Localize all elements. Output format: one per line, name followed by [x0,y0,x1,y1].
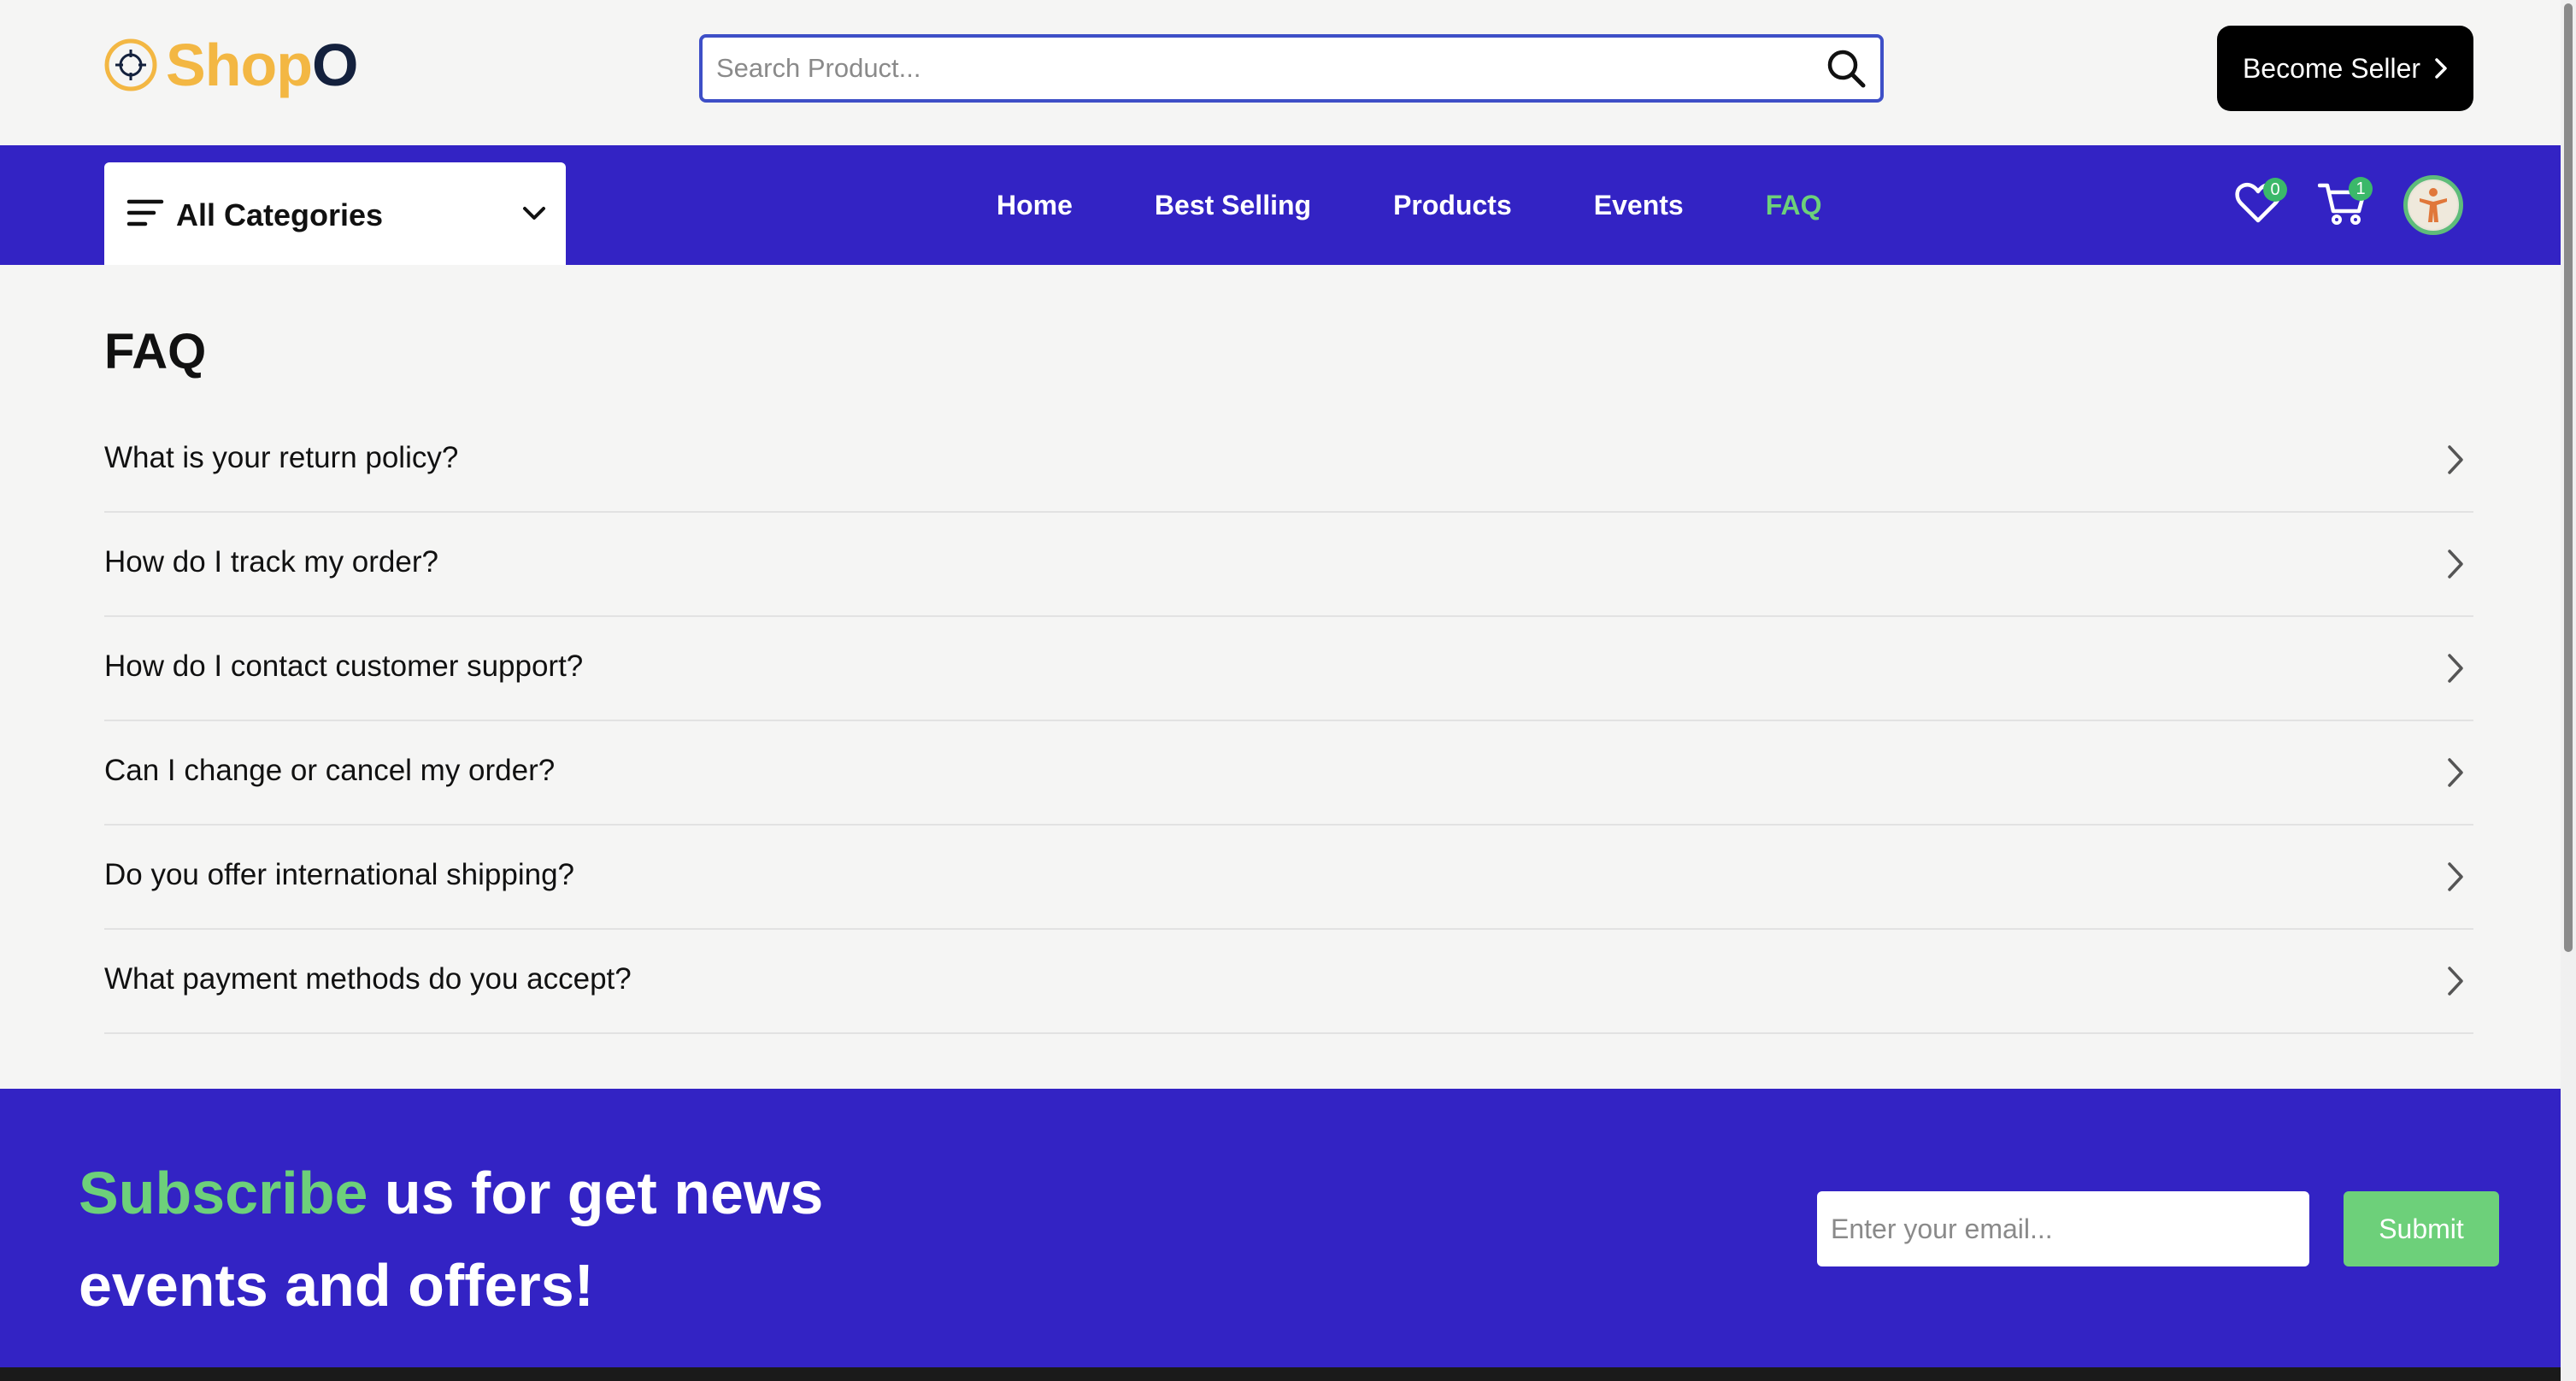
chevron-right-icon [2446,652,2465,685]
logo-mark-icon [103,37,159,93]
nav-link-products[interactable]: Products [1393,190,1512,221]
faq-item[interactable]: What payment methods do you accept? [104,930,2473,1034]
footer-edge [0,1367,2576,1381]
chevron-right-icon [2446,548,2465,580]
faq-item[interactable]: How do I track my order? [104,513,2473,617]
search-input[interactable] [703,38,1812,99]
chevron-right-icon [2446,444,2465,476]
wishlist-count-badge: 0 [2263,177,2287,202]
subscribe-line2: events and offers! [79,1252,594,1319]
chevron-right-icon [2446,965,2465,997]
chevron-right-icon [2446,756,2465,789]
submit-button[interactable]: Submit [2344,1191,2499,1266]
chevron-down-icon [521,205,547,222]
faq-item[interactable]: What is your return policy? [104,408,2473,513]
faq-list: What is your return policy? How do I tra… [104,408,2473,1034]
subscribe-heading: Subscribe us for get news events and off… [79,1147,848,1331]
chevron-right-icon [2446,861,2465,893]
top-header: ShopO Become Seller [0,0,2576,145]
logo[interactable]: ShopO [103,31,358,99]
wishlist-button[interactable]: 0 [2234,177,2287,230]
vertical-scrollbar[interactable] [2561,0,2576,1381]
all-categories-dropdown[interactable]: All Categories [104,162,566,265]
search-icon[interactable] [1812,38,1880,99]
nav-link-faq[interactable]: FAQ [1766,190,1822,221]
subscribe-highlight: Subscribe [79,1160,368,1226]
email-input[interactable] [1817,1191,2309,1266]
logo-text-o: O [311,32,358,98]
cart-button[interactable]: 1 [2317,176,2373,231]
faq-question: How do I track my order? [104,545,438,579]
scrollbar-thumb[interactable] [2564,3,2573,952]
logo-text-shop: Shop [166,32,313,98]
nav-link-home[interactable]: Home [997,190,1073,221]
faq-question: Do you offer international shipping? [104,858,575,891]
all-categories-label: All Categories [176,197,384,232]
chevron-right-icon [2434,57,2448,79]
faq-item[interactable]: Do you offer international shipping? [104,826,2473,930]
logo-text: ShopO [166,32,358,98]
cart-count-badge: 1 [2349,176,2373,201]
subscribe-section: Subscribe us for get news events and off… [0,1089,2576,1367]
main-navbar: All Categories Home Best Selling Product… [0,145,2576,265]
nav-link-best-selling[interactable]: Best Selling [1155,190,1311,221]
faq-item[interactable]: Can I change or cancel my order? [104,721,2473,826]
menu-icon [126,198,164,229]
nav-icons: 0 1 [2234,145,2463,265]
search-bar [699,34,1884,103]
faq-item[interactable]: How do I contact customer support? [104,617,2473,721]
become-seller-label: Become Seller [2242,52,2421,84]
faq-question: Can I change or cancel my order? [104,754,556,787]
nav-link-events[interactable]: Events [1594,190,1684,221]
subscribe-line1: us for get news [368,1160,824,1226]
page-title: FAQ [104,324,207,379]
faq-question: What is your return policy? [104,441,459,474]
become-seller-button[interactable]: Become Seller [2217,26,2473,111]
faq-question: How do I contact customer support? [104,649,584,683]
avatar-icon[interactable] [2403,175,2463,235]
nav-links: Home Best Selling Products Events FAQ [997,145,1821,265]
faq-question: What payment methods do you accept? [104,962,632,996]
